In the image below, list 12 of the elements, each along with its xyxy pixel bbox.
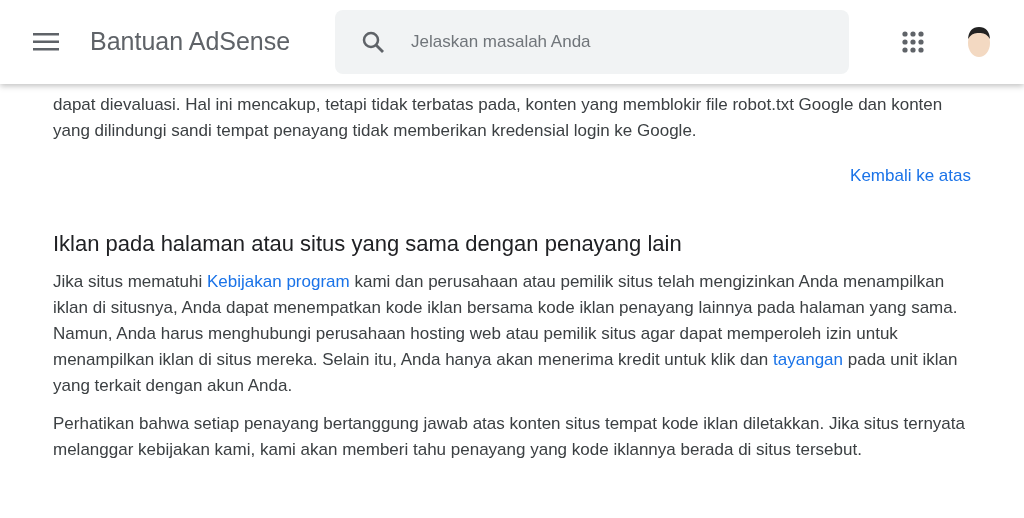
paragraph-text: Jika situs mematuhi Kebijakan program kami dan perusahaan atau pemilik situs telah mengizinkan Anda menampilkan iklan di situsnya, Anda dapat menempatkan kode iklan bersama kode iklan penayang lainnya pada halaman yang sama. Namun, Anda harus menghubungi perusahaan hosting web atau pemilik situs agar dapat memperoleh izin untuk menampilkan iklan di situs mereka. Selain itu, Anda hanya akan menerima kredit untuk klik dan tayangan pada unit iklan yang terkait dengan akun Anda. <box>53 271 959 397</box>
apps-grid-icon[interactable] <box>902 31 924 53</box>
paragraph-text: Perhatikan bahwa setiap penayang bertanggung jawab atas konten situs tempat kode iklan diletakkan. Jika situs ternyata melanggar kebijakan kami, kami akan memberi tahu penayang yang kode iklannya berada di situs tersebut. <box>53 413 966 461</box>
search-field[interactable]: Jelaskan masalah Anda <box>335 10 849 74</box>
section-heading: Iklan pada halaman atau situs yang sama dengan penayang lain <box>53 230 683 258</box>
back-to-top-link[interactable]: Kembali ke atas <box>850 163 971 189</box>
paragraph-text: dapat dievaluasi. Hal ini mencakup, tetapi tidak terbatas pada, konten yang memblokir file robot.txt Google dan konten yang dilindungi sandi tempat penayang tidak memberikan kredensial login ke Google. <box>53 94 944 142</box>
search-icon <box>361 30 385 54</box>
site-title: Bantuan AdSense <box>90 26 292 58</box>
link[interactable]: Kebijakan program <box>207 272 350 291</box>
menu-icon[interactable] <box>33 33 59 51</box>
link[interactable]: tayangan <box>773 350 843 369</box>
